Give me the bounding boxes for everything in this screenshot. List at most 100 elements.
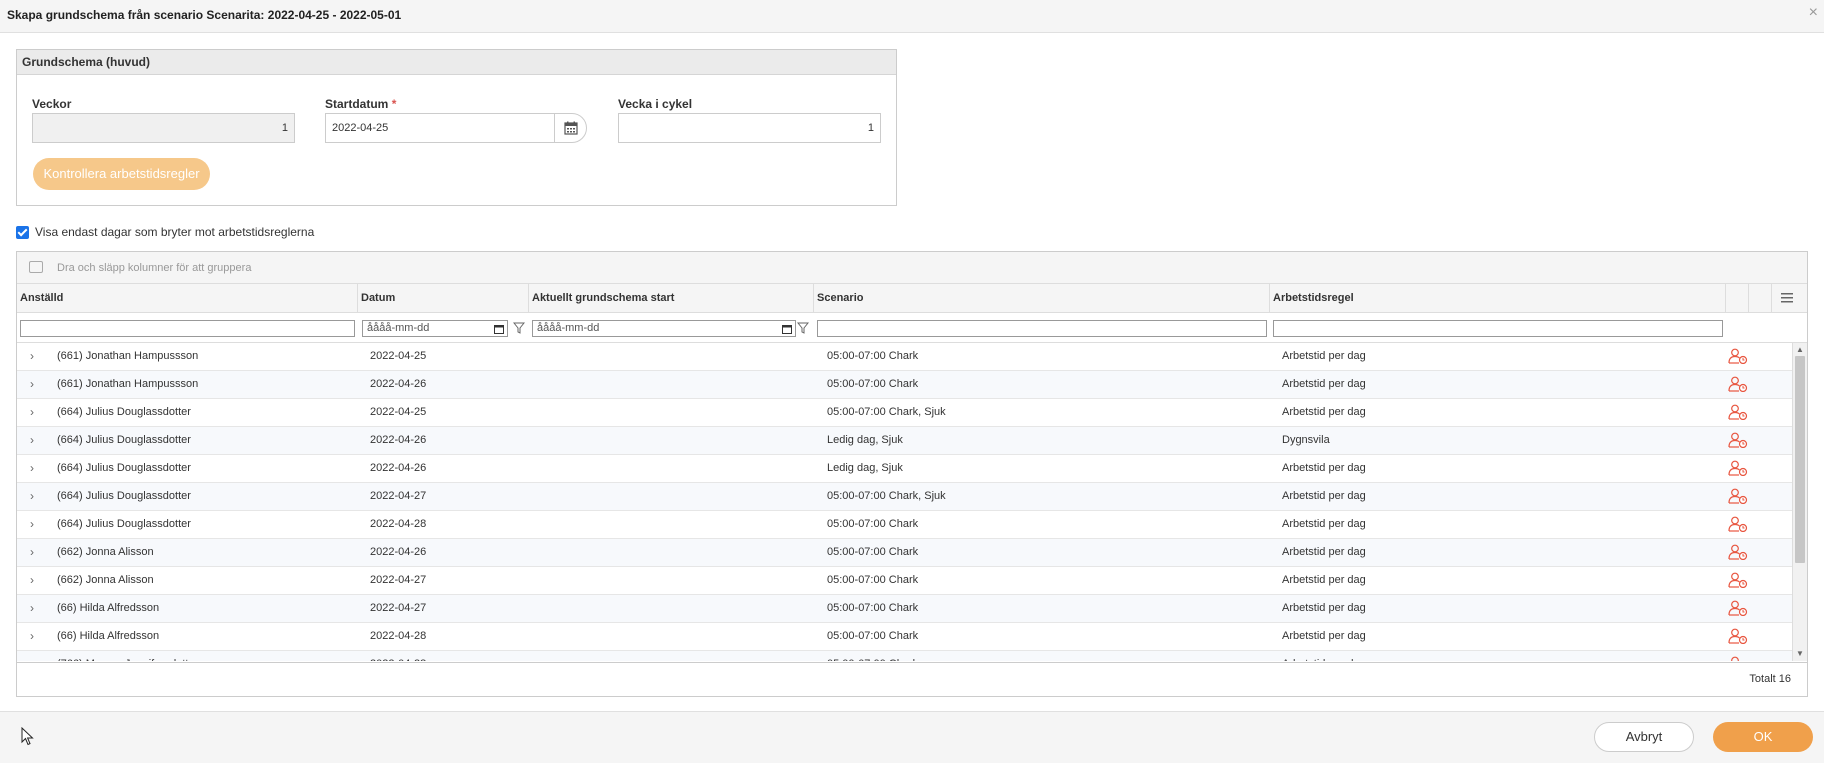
- person-clock-icon[interactable]: [1728, 376, 1748, 392]
- mouse-cursor-icon: [21, 727, 34, 746]
- cell-date: 2022-04-25: [370, 406, 427, 418]
- scroll-down-icon[interactable]: ▼: [1796, 649, 1804, 658]
- table-row[interactable]: › (662) Jonna Alisson 2022-04-26 05:00-07:0…: [17, 539, 1792, 567]
- column-header-current-start[interactable]: Aktuellt grundschema start: [529, 284, 814, 312]
- group-icon: [29, 261, 43, 273]
- cell-rule: Arbetstid per dag: [1282, 630, 1366, 642]
- cell-scenario: 05:00-07:00 Chark: [827, 651, 918, 661]
- dialog-title: Skapa grundschema från scenario Scenarit…: [7, 8, 402, 22]
- cell-rule: Dygnsvila: [1282, 434, 1330, 446]
- person-clock-icon[interactable]: [1728, 600, 1748, 616]
- table-row[interactable]: › (766) Marcus Jenniferedotter 2022-04-28 0…: [17, 651, 1792, 661]
- startdate-field[interactable]: 2022-04-25: [325, 113, 555, 143]
- table-row[interactable]: › (662) Jonna Alisson 2022-04-27 05:00-07:0…: [17, 567, 1792, 595]
- expand-row-icon[interactable]: ›: [30, 595, 34, 622]
- person-clock-icon[interactable]: [1728, 488, 1748, 504]
- column-header-date[interactable]: Datum: [358, 284, 529, 312]
- cell-rule: Arbetstid per dag: [1282, 651, 1366, 661]
- filter-date-placeholder: åååå-mm-dd: [367, 322, 430, 334]
- person-clock-icon[interactable]: [1728, 656, 1748, 661]
- ok-button[interactable]: OK: [1713, 722, 1813, 752]
- cancel-button[interactable]: Avbryt: [1594, 722, 1694, 752]
- cell-date: 2022-04-28: [370, 651, 426, 661]
- required-mark: *: [391, 97, 397, 111]
- table-row[interactable]: › (664) Julius Douglassdotter 2022-04-28 05…: [17, 511, 1792, 539]
- table-row[interactable]: › (661) Jonathan Hampussson 2022-04-25 05:0…: [17, 343, 1792, 371]
- dialog-titlebar: Skapa grundschema från scenario Scenarit…: [0, 0, 1824, 33]
- column-header-employee[interactable]: Anställd: [17, 284, 358, 312]
- person-clock-icon[interactable]: [1728, 460, 1748, 476]
- cell-employee: (664) Julius Douglassdotter: [57, 434, 191, 446]
- expand-row-icon[interactable]: ›: [30, 343, 34, 370]
- expand-row-icon[interactable]: ›: [30, 427, 34, 454]
- person-clock-icon[interactable]: [1728, 404, 1748, 420]
- violations-only-label: Visa endast dagar som bryter mot arbetst…: [35, 225, 315, 239]
- person-clock-icon[interactable]: [1728, 628, 1748, 644]
- close-icon[interactable]: ×: [1809, 4, 1818, 22]
- expand-row-icon[interactable]: ›: [30, 371, 34, 398]
- person-clock-icon[interactable]: [1728, 432, 1748, 448]
- calendar-icon: [563, 121, 578, 135]
- filter-funnel-icon[interactable]: [513, 321, 525, 335]
- cell-employee: (66) Hilda Alfredsson: [57, 602, 160, 614]
- filter-employee-input[interactable]: [20, 320, 355, 337]
- table-row[interactable]: › (661) Jonathan Hampussson 2022-04-26 05:0…: [17, 371, 1792, 399]
- expand-row-icon[interactable]: ›: [30, 567, 34, 594]
- cell-date: 2022-04-28: [370, 518, 427, 530]
- cell-scenario: 05:00-07:00 Chark: [827, 350, 919, 362]
- filter-rule-input[interactable]: [1273, 320, 1723, 337]
- cell-rule: Arbetstid per dag: [1282, 490, 1366, 502]
- violations-only-checkbox[interactable]: [16, 225, 29, 239]
- violations-only-filter[interactable]: Visa endast dagar som bryter mot arbetst…: [16, 225, 314, 239]
- cell-scenario: 05:00-07:00 Chark: [827, 378, 919, 390]
- expand-row-icon[interactable]: ›: [30, 455, 34, 482]
- check-rules-button[interactable]: Kontrollera arbetstidsregler: [33, 158, 210, 190]
- group-drop-zone[interactable]: Dra och släpp kolumner för att gruppera: [17, 252, 1807, 284]
- person-clock-icon[interactable]: [1728, 516, 1748, 532]
- cell-employee: (664) Julius Douglassdotter: [57, 462, 191, 474]
- table-row[interactable]: › (66) Hilda Alfredsson 2022-04-28 05:00-07…: [17, 623, 1792, 651]
- expand-row-icon[interactable]: ›: [30, 623, 34, 650]
- scroll-up-icon[interactable]: ▲: [1796, 345, 1804, 354]
- table-row[interactable]: › (664) Julius Douglassdotter 2022-04-26 Le…: [17, 427, 1792, 455]
- week-in-cycle-label: Vecka i cykel: [618, 97, 693, 111]
- cell-rule: Arbetstid per dag: [1282, 546, 1366, 558]
- expand-row-icon[interactable]: ›: [30, 483, 34, 510]
- cell-date: 2022-04-26: [370, 462, 427, 474]
- dialog-content: Grundschema (huvud) Veckor 1 Startdatum …: [0, 33, 1824, 711]
- table-row[interactable]: › (664) Julius Douglassdotter 2022-04-27 05…: [17, 483, 1792, 511]
- cell-rule: Arbetstid per dag: [1282, 602, 1366, 614]
- filter-current-start-input[interactable]: åååå-mm-dd: [532, 320, 796, 337]
- column-header-rule[interactable]: Arbetstidsregel: [1270, 284, 1726, 312]
- filter-scenario-input[interactable]: [817, 320, 1267, 337]
- column-menu[interactable]: [1772, 284, 1807, 312]
- expand-row-icon[interactable]: ›: [30, 651, 34, 661]
- person-clock-icon[interactable]: [1728, 572, 1748, 588]
- cell-date: 2022-04-28: [370, 630, 427, 642]
- person-clock-icon[interactable]: [1728, 348, 1748, 364]
- cell-scenario: 05:00-07:00 Chark: [827, 546, 919, 558]
- cell-employee: (66) Hilda Alfredsson: [57, 630, 160, 642]
- filter-funnel-icon[interactable]: [797, 321, 809, 335]
- expand-row-icon[interactable]: ›: [30, 511, 34, 538]
- vertical-scrollbar[interactable]: ▲ ▼: [1792, 343, 1807, 661]
- cell-employee: (664) Julius Douglassdotter: [57, 490, 191, 502]
- scrollbar-thumb[interactable]: [1795, 356, 1805, 563]
- cell-date: 2022-04-26: [370, 378, 427, 390]
- expand-row-icon[interactable]: ›: [30, 539, 34, 566]
- filter-date-input[interactable]: åååå-mm-dd: [362, 320, 508, 337]
- column-header-scenario[interactable]: Scenario: [814, 284, 1270, 312]
- cell-rule: Arbetstid per dag: [1282, 518, 1366, 530]
- person-clock-icon[interactable]: [1728, 544, 1748, 560]
- cell-scenario: 05:00-07:00 Chark: [827, 602, 919, 614]
- week-in-cycle-field[interactable]: 1: [618, 113, 881, 143]
- cell-date: 2022-04-27: [370, 574, 427, 586]
- calendar-button[interactable]: [554, 113, 587, 143]
- cell-rule: Arbetstid per dag: [1282, 378, 1366, 390]
- table-row[interactable]: › (66) Hilda Alfredsson 2022-04-27 05:00-07…: [17, 595, 1792, 623]
- table-row[interactable]: › (664) Julius Douglassdotter 2022-04-25 05…: [17, 399, 1792, 427]
- cell-employee: (664) Julius Douglassdotter: [57, 518, 191, 530]
- table-row[interactable]: › (664) Julius Douglassdotter 2022-04-26 Le…: [17, 455, 1792, 483]
- base-schedule-panel: Grundschema (huvud) Veckor 1 Startdatum …: [16, 49, 897, 206]
- expand-row-icon[interactable]: ›: [30, 399, 34, 426]
